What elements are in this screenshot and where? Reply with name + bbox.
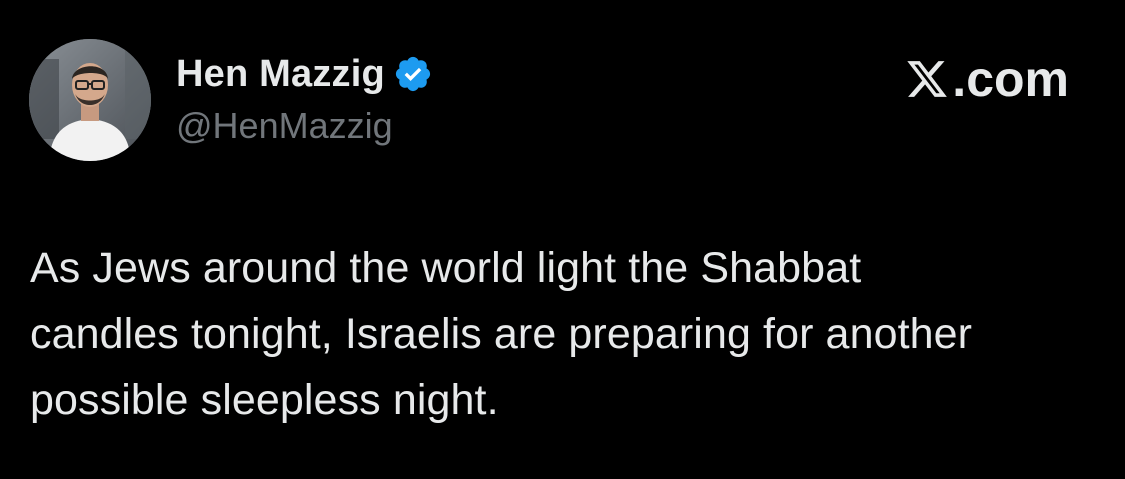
tweet-text-line: candles tonight, Israelis are preparing … [30,310,973,358]
verified-badge-icon [393,54,433,94]
tweet-card: Hen Mazzig @HenMazzig .com As Jews aroun… [0,0,1125,479]
author-handle[interactable]: @HenMazzig [176,104,393,148]
profile-photo-icon [29,39,151,161]
brand-domain-text: .com [952,51,1069,107]
x-logo-icon [904,57,950,101]
x-com-brand[interactable]: .com [904,52,1069,106]
author-avatar[interactable] [29,39,151,161]
tweet-text-line: As Jews around the world light the Shabb… [30,244,862,292]
author-name-row: Hen Mazzig [176,52,433,96]
tweet-text-line: possible sleepless night. [30,376,499,424]
tweet-text: As Jews around the world light the Shabb… [30,235,1100,433]
author-display-name[interactable]: Hen Mazzig [176,52,385,96]
